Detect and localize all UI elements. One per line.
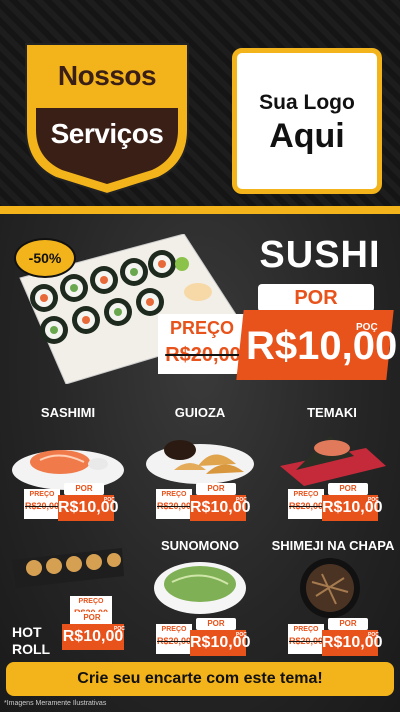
preco-label: PREÇO [29,491,55,498]
poc-label: POC [236,497,247,503]
por-label: POR [328,618,368,630]
preco-label: PREÇO [293,626,319,633]
por-label: POR [328,483,368,495]
hero-por-label: POR [258,284,374,312]
poc-label: POC [368,632,379,638]
hero-old-price: R$20,00 [165,344,241,366]
header-divider [0,206,400,214]
sunomono-image [152,556,248,621]
price-tag-hot-roll: PREÇO R$20,00 POR R$10,00 POC [62,590,152,650]
price-tag-temaki: PREÇO R$20,00 POR R$10,00 POC [288,483,383,521]
item-title-shimeji: SHIMEJI NA CHAPA [271,538,395,553]
badge-title-line1: Nossos [57,60,157,91]
price-tag-sunomono: PREÇO R$20,00 POR R$10,00 POC [156,618,251,656]
logo-text-line1: Sua Logo [259,91,355,114]
hot-roll-image [10,540,126,595]
preco-label: PREÇO [161,626,187,633]
logo-placeholder: Sua Logo Aqui [232,48,382,194]
item-title-hot-roll: HOT ROLL [12,624,51,657]
por-label: POR [64,483,104,495]
old-price: R$20,00 [24,501,60,511]
hero-title: SUSHI [259,234,381,276]
price-tag-shimeji: PREÇO R$20,00 POR R$10,00 POC [288,618,383,656]
preco-label: PREÇO [78,598,104,605]
old-price: R$20,00 [156,636,192,646]
item-title-sashimi: SASHIMI [40,405,96,420]
price-tag-sashimi: PREÇO R$20,00 POR R$10,00 POC [24,483,119,521]
cta-banner[interactable]: Crie seu encarte com este tema! [6,662,394,696]
preco-label: PREÇO [161,491,187,498]
old-price: R$20,00 [288,636,324,646]
logo-text-line2: Aqui [269,117,345,155]
item-title-temaki: TEMAKI [307,405,357,420]
poc-label: POC [368,497,379,503]
preco-label: PREÇO [293,491,319,498]
item-title-guioza: GUIOZA [174,405,226,420]
shimeji-image [290,556,370,623]
por-label: POR [196,618,236,630]
poc-label: POC [114,626,125,632]
poc-label: POC [104,497,115,503]
price-tag-guioza: PREÇO R$20,00 POR R$10,00 POC [156,483,251,521]
discount-badge: -50% [14,238,76,278]
old-price: R$20,00 [288,501,324,511]
hero-preco-label: PREÇO [169,318,234,338]
badge-title-line2: Serviços [50,118,164,149]
footnote: *Imagens Meramente Ilustrativas [4,700,107,707]
hero-poc-label: POÇ [356,322,378,333]
item-title-sunomono: SUNOMONO [161,538,239,553]
services-badge: Nossos Serviços [18,38,196,196]
por-label: POR [196,483,236,495]
poc-label: POC [236,632,247,638]
por-label: POR [72,612,112,624]
old-price: R$20,00 [156,501,192,511]
